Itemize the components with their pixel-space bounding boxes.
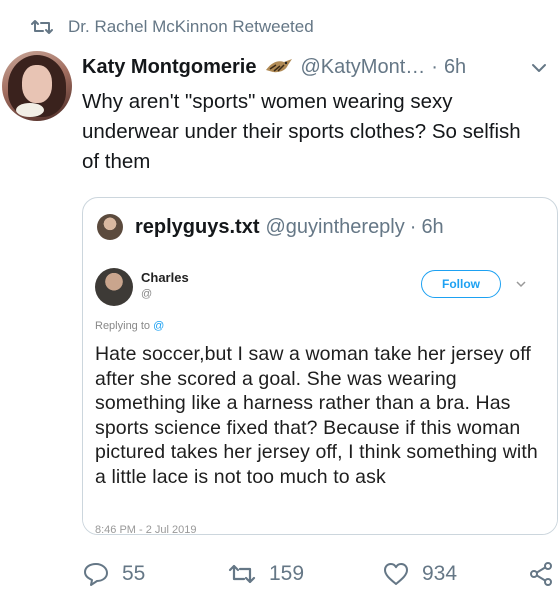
screenshot-body-text: Hate soccer,but I saw a woman take her j… (95, 343, 538, 488)
author-display-name[interactable]: Katy Montgomerie (82, 56, 256, 79)
embedded-tweet-screenshot: Charles @ Follow Replying to @ Hate socc… (83, 254, 557, 534)
retweet-context-text: Dr. Rachel McKinnon Retweeted (68, 17, 314, 36)
quoted-time: 6h (421, 215, 444, 238)
replying-to-handle: @ (153, 320, 165, 332)
author-avatar[interactable] (2, 51, 72, 121)
chevron-down-icon[interactable] (530, 59, 548, 77)
replying-to-label: Replying to (95, 320, 151, 332)
screenshot-avatar (95, 268, 133, 306)
retweet-count: 159 (269, 562, 305, 585)
share-icon (530, 562, 552, 586)
screenshot-author-handle: @ (141, 288, 153, 300)
quoted-author-handle: @guyinthereply (265, 215, 405, 238)
tweet-actions: 55 159 934 (82, 557, 556, 591)
quoted-author-name: replyguys.txt (135, 215, 260, 238)
tweet-time[interactable]: 6h (444, 56, 466, 79)
reply-count: 55 (122, 562, 146, 585)
heart-icon (384, 563, 408, 585)
quoted-tweet-header: replyguys.txt @guyinthereply · 6h (97, 212, 444, 242)
hen-harrier-bird-icon (266, 59, 293, 73)
retweet-context: Dr. Rachel McKinnon Retweeted (30, 13, 314, 41)
reply-icon (84, 563, 108, 586)
screenshot-replying-to: Replying to @ (95, 320, 164, 332)
quoted-author-avatar (97, 214, 123, 240)
screenshot-chevron-down-icon (516, 281, 526, 288)
reply-button[interactable]: 55 (82, 557, 145, 591)
retweet-icon (31, 20, 53, 34)
retweet-action-icon (228, 564, 256, 584)
author-handle[interactable]: @KatyMont… (300, 56, 425, 79)
screenshot-author-name: Charles (141, 270, 189, 285)
like-button[interactable]: 934 (382, 557, 457, 591)
quoted-tweet[interactable]: replyguys.txt @guyinthereply · 6h Charle… (82, 197, 558, 535)
screenshot-date: 8:46 PM - 2 Jul 2019 (95, 524, 197, 535)
like-count: 934 (422, 562, 458, 585)
tweet-header: Katy Montgomerie @KatyMont… · 6h (82, 51, 548, 83)
retweet-button[interactable]: 159 (227, 557, 304, 591)
quoted-separator: · (409, 215, 417, 238)
tweet-text: Why aren't "sports" women wearing sexy u… (82, 90, 521, 173)
share-button[interactable] (528, 557, 558, 591)
screenshot-follow-button: Follow (421, 270, 501, 298)
header-separator: · (431, 55, 438, 78)
